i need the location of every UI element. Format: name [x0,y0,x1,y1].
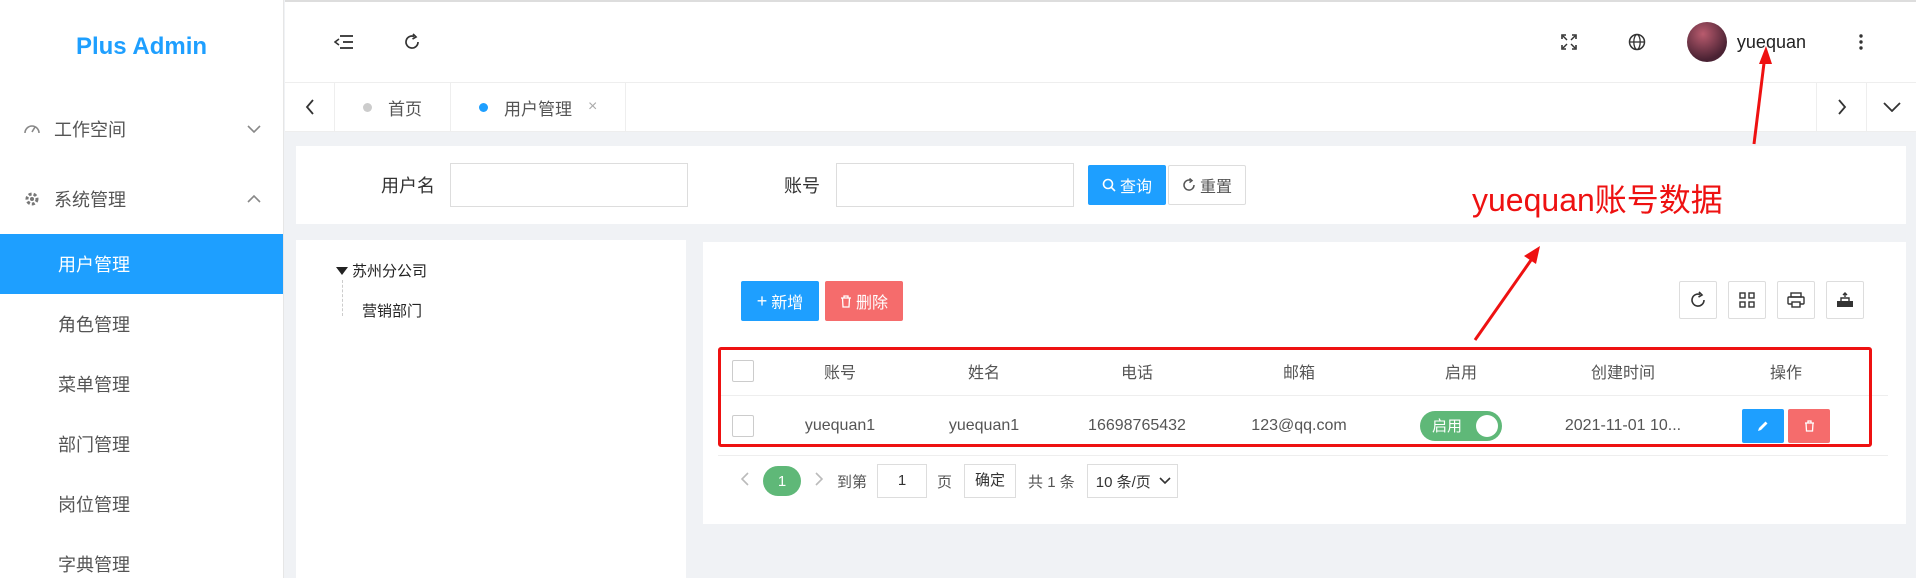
close-icon[interactable]: × [588,98,597,116]
print-icon[interactable] [1777,281,1815,319]
pagination: 1 到第 1 页 确定 共 1 条 10 条/页 [740,456,1178,506]
more-vertical-icon[interactable] [1846,12,1876,72]
prev-page-icon[interactable] [740,471,749,491]
sidebar-item-menu-management[interactable]: 菜单管理 [0,354,283,414]
tab-scroll-left-icon[interactable] [285,83,335,131]
search-icon [1102,178,1116,192]
tab-label: 用户管理 [504,99,572,119]
tree-node-child[interactable]: 营销部门 [362,300,422,321]
refresh-icon [1183,178,1195,191]
tab-label: 首页 [388,99,422,119]
app-logo[interactable]: Plus Admin [0,0,283,94]
query-button[interactable]: 查询 [1088,165,1166,205]
menu-group-workspace[interactable]: 工作空间 [0,94,283,164]
trash-icon [840,294,851,308]
tree-node-root[interactable]: 苏州分公司 [336,260,427,281]
sidebar: Plus Admin 工作空间 系统管理 用户管理 角色管理 菜单管理 部门管理… [0,0,284,578]
page-unit-label: 页 [937,473,953,491]
chevron-down-icon [247,121,261,137]
tab-home[interactable]: 首页 [335,83,451,131]
annotation-text: yuequan账号数据 [1472,182,1723,218]
tab-bar: 首页 用户管理 × [285,82,1916,132]
dashboard-icon [22,119,42,139]
refresh-icon[interactable] [382,12,442,72]
top-header: yuequan [285,0,1916,82]
export-icon[interactable] [1826,281,1864,319]
chevron-down-icon [1159,477,1171,485]
total-count: 共 1 条 [1028,473,1075,491]
delete-button-label: 删除 [855,295,888,312]
page-size-value: 10 条/页 [1095,473,1151,491]
account-label: 账号 [784,176,820,196]
tab-scroll-right-icon[interactable] [1816,83,1866,131]
sidebar-item-post-management[interactable]: 岗位管理 [0,474,283,534]
department-tree: 苏州分公司 营销部门 [296,240,686,578]
tab-spacer [626,83,1816,131]
tab-status-dot [479,102,488,112]
tab-status-dot [363,102,372,112]
add-button[interactable]: + 新增 [741,281,819,321]
page-number-current[interactable]: 1 [763,466,801,496]
reset-button[interactable]: 重置 [1168,165,1246,205]
menu-group-label: 系统管理 [54,190,126,210]
goto-label: 到第 [837,473,868,491]
refresh-icon[interactable] [1679,281,1717,319]
tab-menu-chevron-down-icon[interactable] [1866,83,1916,131]
menu-group-system[interactable]: 系统管理 [0,164,283,234]
tree-node-label: 苏州分公司 [352,263,428,280]
query-button-label: 查询 [1119,179,1152,196]
username-input[interactable] [450,163,688,207]
chevron-up-icon [247,191,261,207]
delete-button[interactable]: 删除 [825,281,903,321]
sidebar-item-user-management[interactable]: 用户管理 [0,234,283,294]
globe-icon[interactable] [1607,12,1667,72]
fullscreen-icon[interactable] [1539,12,1599,72]
username-label: 用户名 [381,176,435,196]
goto-page-input[interactable]: 1 [877,464,928,498]
account-input[interactable] [836,163,1074,207]
page-size-select[interactable]: 10 条/页 [1086,464,1178,498]
avatar[interactable] [1686,22,1727,62]
plus-icon: + [756,290,768,311]
sidebar-item-role-management[interactable]: 角色管理 [0,294,283,354]
tree-connector [342,280,343,316]
sidebar-item-dict-management[interactable]: 字典管理 [0,534,283,578]
sidebar-item-dept-management[interactable]: 部门管理 [0,414,283,474]
username[interactable]: yuequan [1737,32,1806,53]
highlight-box [718,347,1872,447]
columns-icon[interactable] [1728,281,1766,319]
next-page-icon[interactable] [815,471,824,491]
gear-icon [22,189,42,209]
add-button-label: 新增 [771,295,804,312]
goto-confirm-button[interactable]: 确定 [964,464,1017,498]
reset-button-label: 重置 [1199,179,1232,196]
caret-down-icon[interactable] [336,266,348,276]
tab-user-management[interactable]: 用户管理 × [451,83,627,131]
collapse-menu-icon[interactable] [314,12,374,72]
menu-group-label: 工作空间 [54,120,126,140]
